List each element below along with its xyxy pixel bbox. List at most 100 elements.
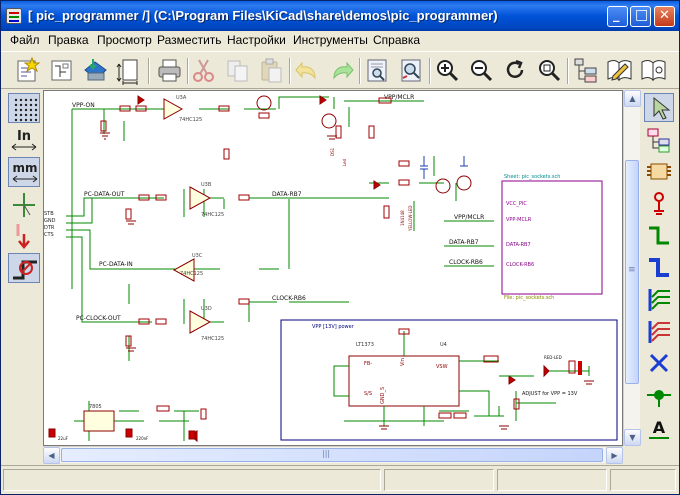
maximize-button[interactable]: □	[630, 6, 651, 27]
window-title: [ pic_programmer /] (C:\Program Files\Ki…	[28, 8, 498, 23]
save-button[interactable]	[81, 56, 110, 85]
menu-place[interactable]: Разместить	[157, 33, 222, 47]
copy-button[interactable]	[223, 56, 252, 85]
scroll-up-button[interactable]: ▲	[624, 90, 641, 107]
gate-u3a: U3A	[176, 95, 187, 101]
net-label-pc-data-in: PC-DATA-IN	[99, 261, 133, 268]
bus-tool-icon	[649, 258, 669, 277]
cap-label-1: 22uF	[58, 436, 69, 441]
hierarchy-navigator-button[interactable]	[571, 56, 600, 85]
units-inch-button[interactable]: In	[8, 126, 40, 156]
bus-wire-angle-button[interactable]	[8, 253, 40, 283]
find-icon	[367, 59, 387, 82]
scroll-up-icon: ▲	[629, 94, 636, 103]
print-button[interactable]	[155, 56, 184, 85]
grid-toggle-button[interactable]	[8, 93, 40, 123]
component-tool-button[interactable]	[644, 157, 674, 186]
horizontal-scroll-thumb[interactable]: |||	[61, 448, 603, 462]
new-sheet-button[interactable]	[47, 56, 76, 85]
junction-button[interactable]	[644, 381, 674, 410]
menu-file[interactable]: Файл	[10, 33, 40, 47]
menu-view[interactable]: Просмотр	[97, 33, 152, 47]
wire-tool-icon	[649, 226, 669, 245]
library-editor-icon	[607, 60, 632, 82]
new-schematic-button[interactable]	[13, 56, 42, 85]
gate-u3c: U3C	[192, 253, 203, 259]
regulator2-name: 7805	[89, 404, 102, 410]
hidden-pins-button[interactable]	[8, 221, 40, 251]
find-replace-icon	[401, 59, 421, 82]
title-bar[interactable]: [ pic_programmer /] (C:\Program Files\Ki…	[1, 1, 679, 31]
power-box-title: VPP [13V] power	[312, 324, 355, 330]
hierarchy-navigator-icon	[574, 58, 597, 83]
library-editor-button[interactable]	[605, 56, 634, 85]
find-button[interactable]	[363, 56, 392, 85]
horizontal-scrollbar[interactable]: ◀ ||| ▶	[43, 446, 623, 464]
application-window: [ pic_programmer /] (C:\Program Files\Ki…	[0, 0, 680, 495]
power-supply-box	[280, 319, 618, 441]
zoom-redraw-button[interactable]	[501, 56, 530, 85]
reg-pin-fb-minus: FB-	[364, 361, 372, 367]
units-mm-button[interactable]: mm	[8, 157, 40, 187]
bus-tool-button[interactable]	[644, 253, 674, 282]
close-button[interactable]: ✕	[654, 6, 675, 27]
select-tool-button[interactable]	[644, 93, 674, 122]
page-settings-button[interactable]	[115, 56, 144, 85]
net-label-data-rb7: DATA-RB7	[272, 191, 302, 198]
zoom-in-button[interactable]	[433, 56, 462, 85]
junction-icon	[647, 390, 671, 407]
power-port-tool-icon	[654, 192, 664, 215]
grid-toggle-icon	[14, 98, 38, 122]
zoom-out-button[interactable]	[467, 56, 496, 85]
menu-preferences[interactable]: Настройки	[227, 33, 286, 47]
cut-button[interactable]	[189, 56, 218, 85]
schematic-canvas[interactable]: VPP-ON PC-DATA-OUT PC-DATA-IN PC-CLOCK-O…	[43, 90, 623, 446]
units-inch-graphic: In	[11, 129, 37, 151]
net-label-pc-data-out: PC-DATA-OUT	[84, 191, 125, 198]
cursor-shape-button[interactable]	[8, 190, 40, 220]
redo-icon	[333, 61, 354, 80]
menu-help[interactable]: Справка	[373, 33, 420, 47]
wire-to-bus-entry-button[interactable]	[644, 285, 674, 314]
label-tool-button[interactable]: A	[644, 413, 674, 442]
scroll-down-button[interactable]: ▼	[624, 429, 641, 446]
cursor-shape-icon	[13, 193, 35, 217]
vertical-thumb-grip: ≡	[628, 265, 636, 275]
vertical-scroll-thumb[interactable]: ≡	[625, 160, 639, 384]
minimize-icon: _	[613, 8, 620, 23]
scroll-right-button[interactable]: ▶	[606, 447, 623, 464]
hierarchy-tool-button[interactable]	[644, 125, 674, 154]
status-field-units	[610, 469, 676, 491]
find-replace-button[interactable]	[397, 56, 426, 85]
menu-tools[interactable]: Инструменты	[293, 33, 368, 47]
undo-button[interactable]	[293, 56, 322, 85]
scroll-left-button[interactable]: ◀	[43, 447, 60, 464]
drawing-tools-toolbar: A	[642, 91, 677, 441]
net-label-vpp-on: VPP-ON	[72, 102, 95, 109]
status-field-zoom	[384, 469, 494, 491]
library-browser-button[interactable]	[639, 56, 668, 85]
paste-button[interactable]	[257, 56, 286, 85]
horizontal-thumb-grip: |||	[322, 449, 331, 458]
page-settings-icon	[116, 59, 138, 85]
power-port-tool-button[interactable]	[644, 189, 674, 218]
paste-icon	[261, 58, 282, 83]
zoom-fit-button[interactable]	[535, 56, 564, 85]
cut-icon	[193, 59, 214, 82]
scroll-down-icon: ▼	[629, 433, 636, 442]
menu-edit[interactable]: Правка	[48, 33, 89, 47]
bus-to-bus-entry-button[interactable]	[644, 317, 674, 346]
units-mm-graphic: mm	[12, 161, 38, 183]
hierarchical-sheet[interactable]	[501, 180, 603, 295]
minimize-button[interactable]: _	[607, 6, 628, 27]
svg-text:DS1: DS1	[330, 147, 335, 156]
wire-to-bus-entry-icon	[648, 289, 670, 311]
redo-button[interactable]	[327, 56, 356, 85]
toolbar-separator	[429, 58, 431, 84]
hierarchy-tool-icon	[647, 128, 670, 153]
no-connect-button[interactable]	[644, 349, 674, 378]
status-bar	[1, 465, 679, 495]
vertical-scrollbar[interactable]: ▲ ≡ ▼	[623, 90, 641, 446]
wire-tool-button[interactable]	[644, 221, 674, 250]
toolbar-separator	[148, 58, 150, 84]
